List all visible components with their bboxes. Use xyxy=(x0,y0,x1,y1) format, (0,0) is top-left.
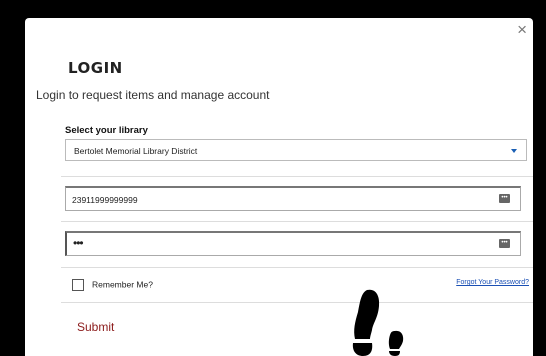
forgot-password-link[interactable]: Forgot Your Password? xyxy=(456,279,529,286)
dialog-subtitle: Login to request items and manage accoun… xyxy=(36,88,270,102)
library-label: Select your library xyxy=(65,125,148,136)
dialog-title: LOGIN xyxy=(68,59,123,77)
library-select-value: Bertolet Memorial Library District xyxy=(74,146,198,156)
chevron-down-icon xyxy=(511,149,517,153)
password-input[interactable]: ••• ••• xyxy=(65,231,521,256)
key-icon[interactable]: ••• xyxy=(499,239,510,248)
key-icon[interactable]: ••• xyxy=(499,194,510,203)
divider xyxy=(61,221,533,222)
divider xyxy=(61,302,533,303)
login-dialog: × LOGIN Login to request items and manag… xyxy=(25,18,533,356)
submit-button[interactable]: Submit xyxy=(77,320,114,334)
remember-me-label: Remember Me? xyxy=(92,279,153,290)
library-card-value: 23911999999999 xyxy=(72,195,138,205)
library-card-input[interactable]: 23911999999999 ••• xyxy=(65,186,521,211)
password-value: ••• xyxy=(73,236,84,250)
footprints-cursor-icon xyxy=(352,289,404,356)
library-select[interactable]: Bertolet Memorial Library District xyxy=(65,139,527,161)
remember-me: Remember Me? xyxy=(72,279,153,291)
divider xyxy=(61,267,533,268)
close-icon[interactable]: × xyxy=(517,20,527,40)
divider xyxy=(61,176,533,177)
remember-me-checkbox[interactable] xyxy=(72,279,84,291)
